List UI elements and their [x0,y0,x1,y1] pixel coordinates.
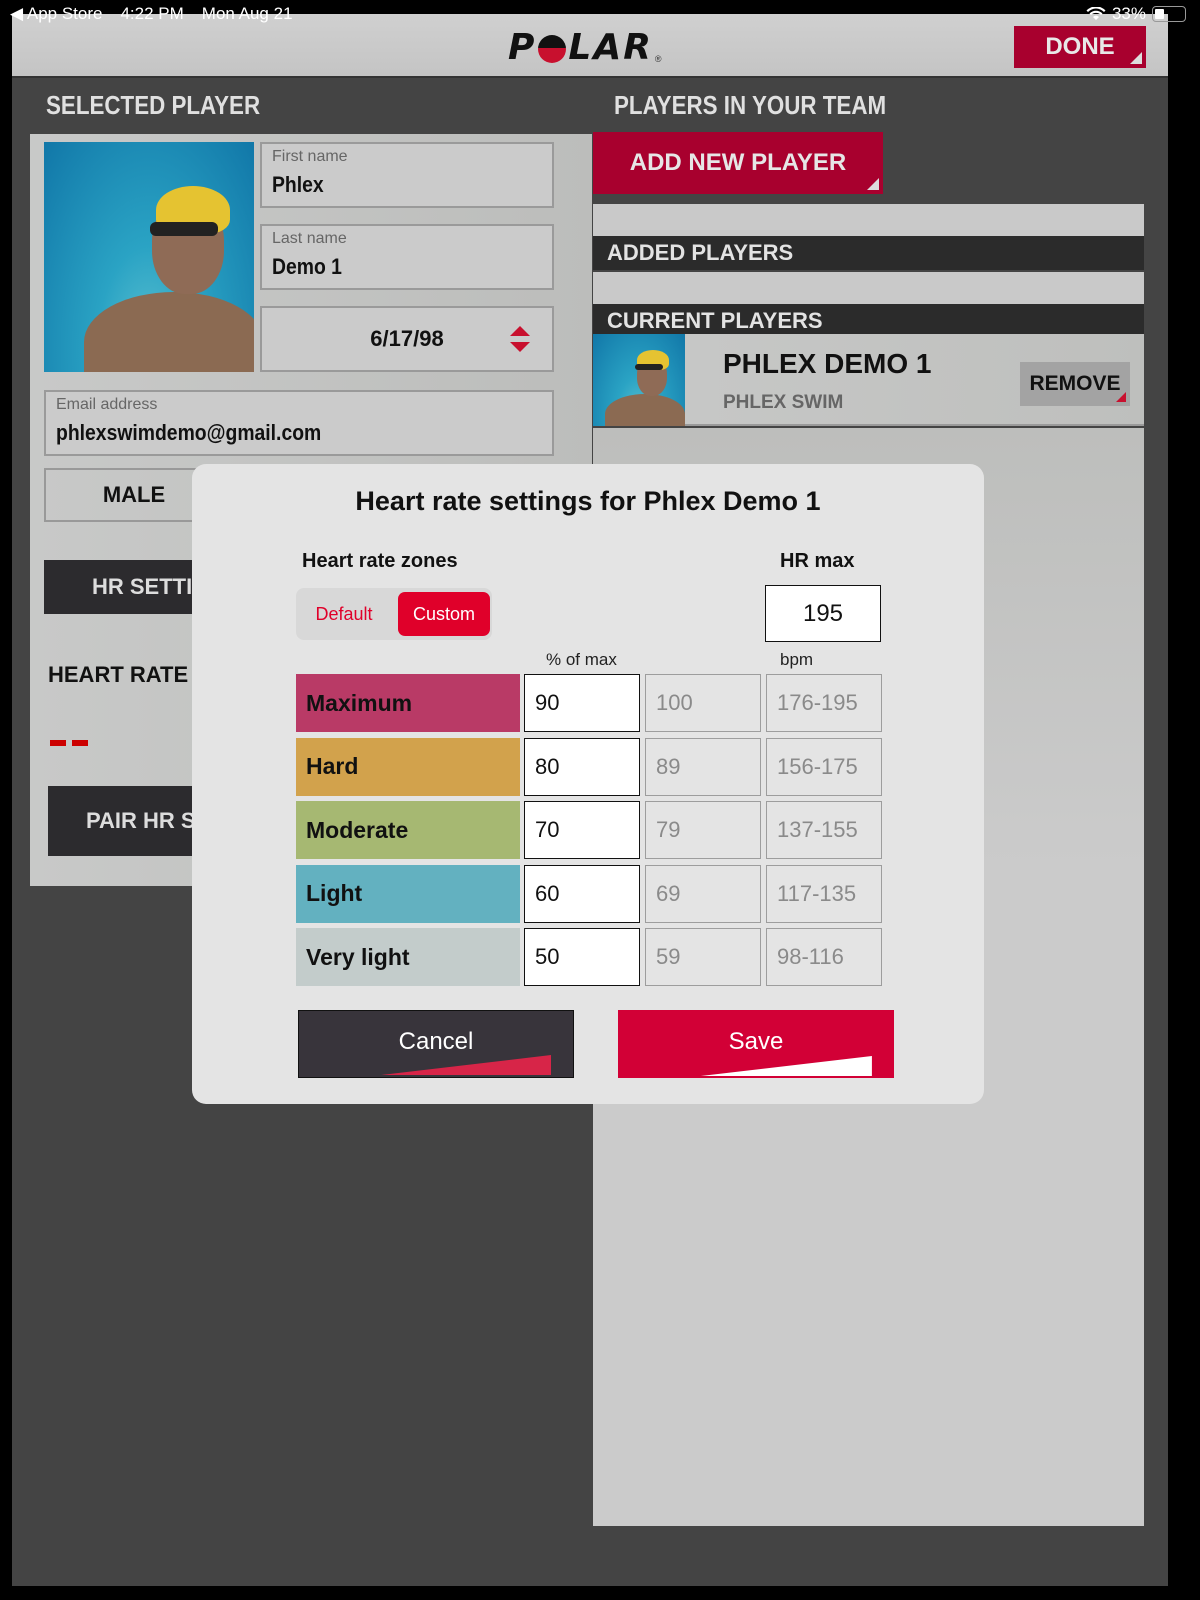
corner-triangle-icon [867,178,879,190]
zone-upper-pct: 79 [645,801,761,859]
status-bar: ◀ App Store 4:22 PM Mon Aug 21 33% [0,0,1200,28]
zone-bpm-range: 156-175 [766,737,882,796]
corner-triangle-icon [1130,52,1142,64]
cancel-button[interactable]: Cancel [298,1010,574,1078]
zone-lower-pct-input[interactable]: 90 [524,674,640,732]
player-name: PHLEX DEMO 1 [723,348,932,379]
dialog-title: Heart rate settings for Phlex Demo 1 [355,486,821,516]
selected-player-title: SELECTED PLAYER [46,90,261,120]
hr-max-label: HR max [780,550,855,572]
status-time: 4:22 PM [120,4,184,23]
added-players-spacer [593,204,1144,236]
zone-lower-pct-input[interactable]: 60 [524,864,640,923]
back-arrow-icon: ◀ [10,4,27,23]
zone-mode-segmented-control: Default Custom [296,588,492,640]
zone-name: Moderate [296,801,520,859]
zone-bpm-range: 117-135 [766,864,882,923]
zone-upper-pct: 89 [645,737,761,796]
pct-of-max-header: % of max [546,650,617,669]
last-name-field[interactable]: Last name Demo 1 [260,224,554,290]
up-down-arrows-icon [510,326,530,352]
polar-logo: P LAR ® [508,26,662,68]
player-thumbnail [593,334,685,426]
remove-player-button[interactable]: REMOVE [1020,362,1130,406]
wifi-icon [1086,7,1106,20]
player-team: PHLEX SWIM [723,392,844,413]
birthdate-picker[interactable]: 6/17/98 [260,306,554,372]
mode-default-option[interactable]: Default [302,592,386,636]
save-button[interactable]: Save [618,1010,894,1078]
zone-lower-pct-input[interactable]: 80 [524,737,640,796]
team-title: PLAYERS IN YOUR TEAM [614,90,887,120]
mode-custom-option[interactable]: Custom [398,592,490,636]
hr-max-input[interactable]: 195 [765,585,881,642]
zone-upper-pct: 69 [645,864,761,923]
player-list-item[interactable]: PHLEX DEMO 1 PHLEX SWIM REMOVE [593,334,1144,426]
zone-bpm-range: 98-116 [766,928,882,986]
added-players-header: ADDED PLAYERS [593,236,1144,270]
player-photo[interactable] [44,142,254,372]
corner-triangle-icon [1116,392,1126,402]
button-accent-wedge [381,1055,552,1075]
zone-lower-pct-input[interactable]: 50 [524,928,640,986]
current-players-header: CURRENT PLAYERS [593,304,1144,338]
email-field[interactable]: Email address phlexswimdemo@gmail.com [44,390,554,456]
zone-name: Very light [296,928,520,986]
current-players-spacer [593,272,1144,304]
zone-bpm-range: 137-155 [766,801,882,859]
zone-lower-pct-input[interactable]: 70 [524,801,640,859]
zone-upper-pct: 59 [645,928,761,986]
add-new-player-button[interactable]: ADD NEW PLAYER [593,132,883,194]
zone-name: Hard [296,737,520,796]
bpm-header: bpm [780,650,814,669]
battery-percent: 33% [1111,4,1146,23]
done-button[interactable]: DONE [1014,26,1146,68]
hr-zones-label: Heart rate zones [302,550,458,572]
zone-upper-pct: 100 [645,674,761,732]
hr-settings-dialog: Heart rate settings for Phlex Demo 1 Hea… [192,464,984,1104]
button-accent-wedge [700,1056,872,1076]
zone-name: Light [296,864,520,923]
back-to-app-store-link[interactable]: ◀ App Store [10,4,102,24]
battery-icon [1152,6,1186,22]
zone-bpm-range: 176-195 [766,674,882,732]
zone-name: Maximum [296,674,520,732]
first-name-field[interactable]: First name Phlex [260,142,554,208]
hr-sensor-value [50,740,90,748]
status-date: Mon Aug 21 [201,4,293,23]
